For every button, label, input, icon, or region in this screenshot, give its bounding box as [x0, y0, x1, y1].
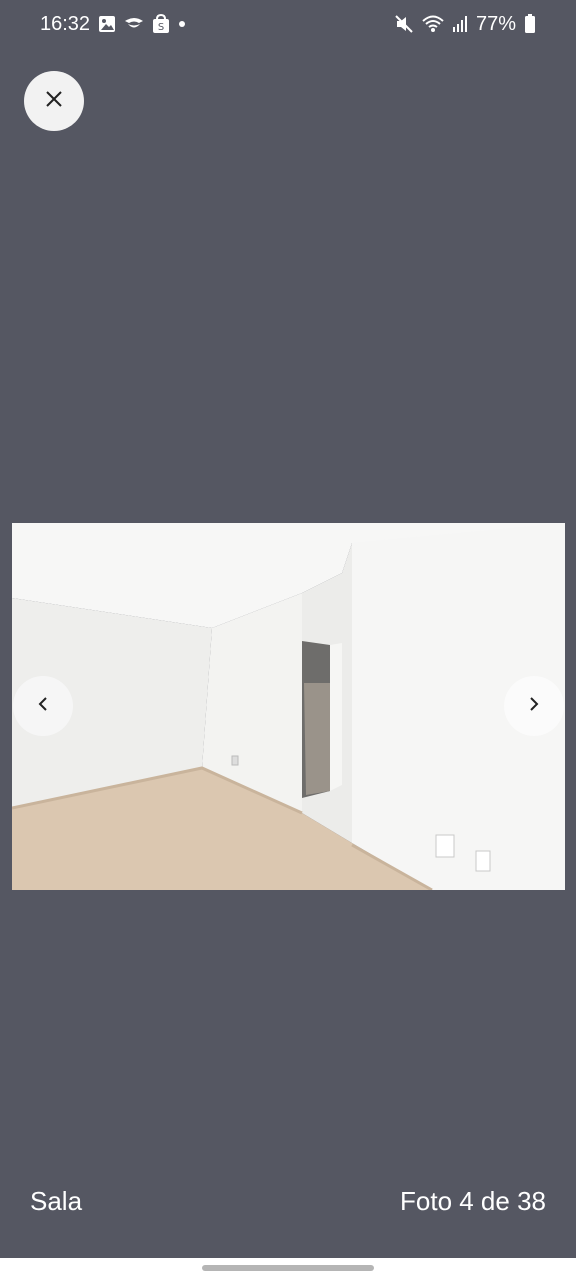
messenger-icon: [124, 17, 144, 31]
photo-caption: Sala: [30, 1186, 83, 1216]
next-photo-button[interactable]: [504, 676, 564, 736]
room-photo: [12, 523, 565, 890]
dot-icon: [178, 20, 186, 28]
mute-icon: [394, 14, 414, 34]
battery-level: 77%: [475, 12, 516, 35]
battery-icon: [524, 14, 536, 34]
gallery-icon: [98, 15, 116, 33]
signal-icon: [452, 15, 468, 33]
status-bar: 16:32 S 77%: [0, 0, 576, 48]
shopee-icon: S: [152, 14, 170, 34]
previous-photo-button[interactable]: [13, 676, 73, 736]
status-left: 16:32 S: [40, 13, 186, 36]
svg-text:S: S: [158, 22, 164, 33]
close-button[interactable]: [24, 71, 84, 131]
close-icon: [44, 89, 64, 114]
chevron-left-icon: [36, 695, 50, 718]
navigation-bar: [0, 1258, 576, 1280]
wifi-icon: [422, 15, 444, 33]
status-time: 16:32: [40, 12, 91, 35]
chevron-right-icon: [527, 695, 541, 718]
home-indicator[interactable]: [202, 1265, 374, 1271]
status-right: 77%: [394, 13, 536, 36]
photo-counter: Foto 4 de 38: [400, 1186, 546, 1216]
